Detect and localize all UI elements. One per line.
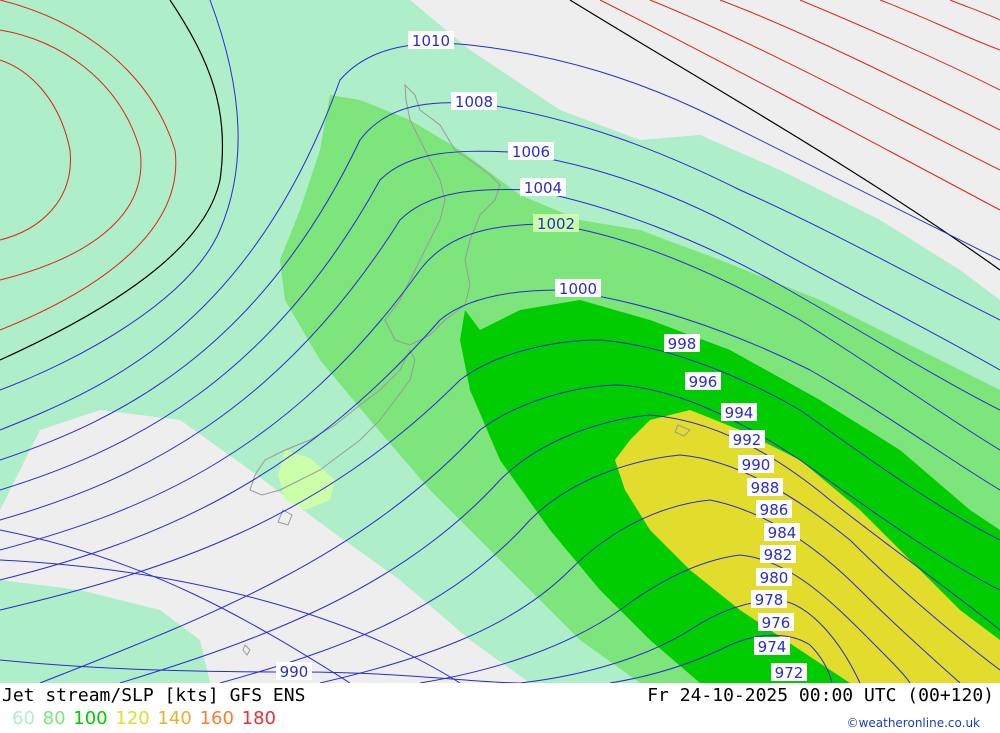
legend-item-180: 180 (241, 708, 277, 729)
speed-legend: 60 80 100 120 140 160 180 (12, 708, 278, 729)
svg-text:984: 984 (768, 524, 797, 542)
svg-text:994: 994 (725, 404, 754, 422)
isobar-label: 976 (758, 613, 794, 632)
credit-link[interactable]: ©weatheronline.co.uk (847, 716, 980, 730)
svg-text:1000: 1000 (559, 280, 597, 298)
svg-text:990: 990 (742, 456, 771, 474)
isobar-label: 988 (747, 478, 783, 497)
svg-text:998: 998 (668, 335, 697, 353)
legend-item-140: 140 (157, 708, 192, 729)
svg-text:1006: 1006 (512, 143, 550, 161)
svg-text:980: 980 (760, 569, 789, 587)
isobar-label: 990 (276, 662, 312, 681)
jet-stream-map: 1010 1008 1006 1004 1002 1000 998 996 99… (0, 0, 1000, 683)
isobar-label: 1002 (533, 214, 579, 233)
svg-text:996: 996 (689, 373, 718, 391)
legend-item-120: 120 (115, 708, 150, 729)
isobar-label: 982 (760, 545, 796, 564)
isobar-label: 998 (664, 334, 700, 353)
isobar-label: 1010 (408, 31, 454, 50)
svg-text:990: 990 (280, 663, 309, 681)
product-title: Jet stream/SLP [kts] GFS ENS (2, 685, 306, 706)
isobar-label: 992 (729, 430, 765, 449)
isobar-label: 980 (756, 568, 792, 587)
isobar-label: 972 (771, 663, 807, 682)
svg-text:1008: 1008 (455, 93, 493, 111)
svg-text:1010: 1010 (412, 32, 450, 50)
valid-time: Fr 24-10-2025 00:00 UTC (00+120) (647, 685, 994, 706)
isobar-label: 1006 (508, 142, 554, 161)
isobar-label: 1000 (555, 279, 601, 298)
isobar-label: 978 (751, 590, 787, 609)
svg-text:976: 976 (762, 614, 791, 632)
svg-text:1004: 1004 (524, 179, 562, 197)
svg-text:986: 986 (760, 501, 789, 519)
legend-item-60: 60 (12, 708, 35, 729)
isobar-label: 990 (738, 455, 774, 474)
isobar-label: 996 (685, 372, 721, 391)
map-footer: Jet stream/SLP [kts] GFS ENS Fr 24-10-20… (0, 683, 1000, 733)
isobar-label: 974 (754, 637, 790, 656)
svg-text:974: 974 (758, 638, 787, 656)
svg-text:1002: 1002 (537, 215, 575, 233)
isobar-label: 994 (721, 403, 757, 422)
weather-map-page: 1010 1008 1006 1004 1002 1000 998 996 99… (0, 0, 1000, 733)
svg-text:978: 978 (755, 591, 784, 609)
isobar-label: 984 (764, 523, 800, 542)
svg-text:992: 992 (733, 431, 762, 449)
isobar-label: 986 (756, 500, 792, 519)
svg-text:972: 972 (775, 664, 804, 682)
svg-text:988: 988 (751, 479, 780, 497)
legend-item-100: 100 (73, 708, 108, 729)
isobar-label: 1004 (520, 178, 566, 197)
legend-item-80: 80 (42, 708, 66, 729)
svg-text:982: 982 (764, 546, 793, 564)
isobar-label: 1008 (451, 92, 497, 111)
legend-item-160: 160 (199, 708, 234, 729)
